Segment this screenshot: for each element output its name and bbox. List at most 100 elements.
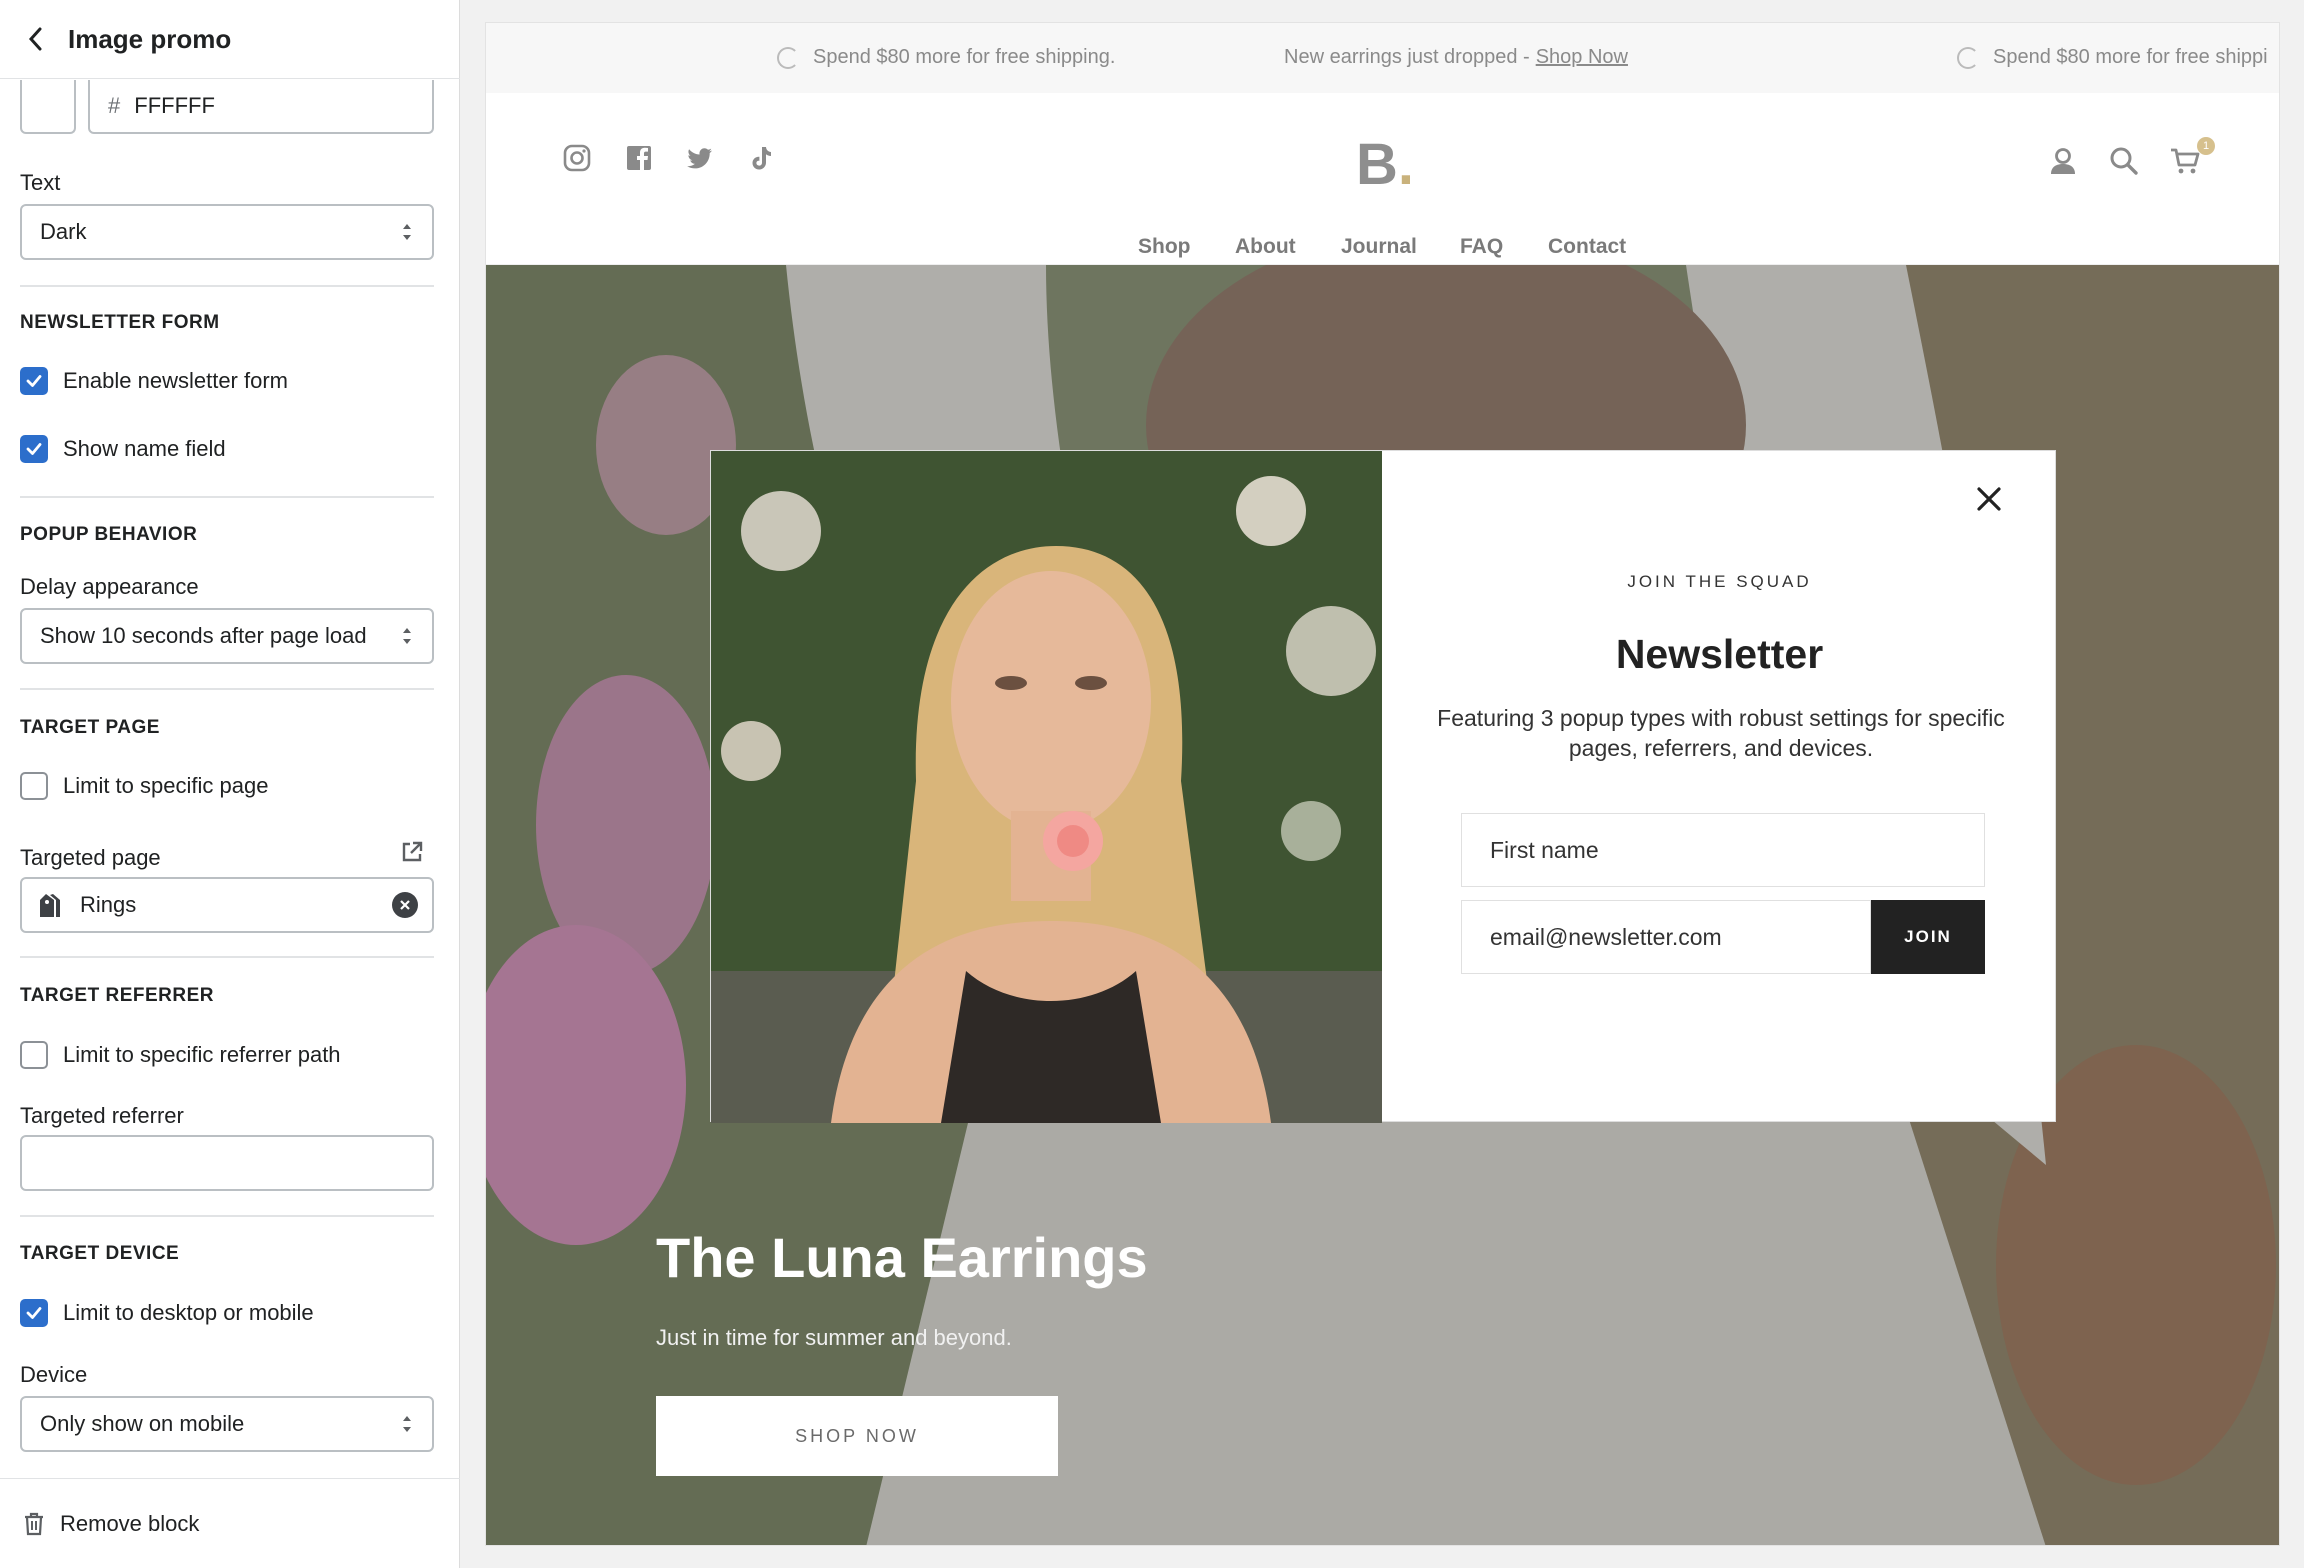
text-label: Text [20, 170, 61, 195]
panel-header: Image promo [0, 0, 460, 79]
join-button[interactable]: JOIN [1871, 900, 1985, 974]
shop-now-button[interactable]: SHOP NOW [656, 1396, 1058, 1476]
hex-hash: # [108, 93, 121, 118]
divider [20, 1215, 434, 1217]
hero-title: The Luna Earrings [656, 1226, 1148, 1289]
show-name-field-checkbox[interactable]: Show name field [20, 435, 226, 463]
enable-newsletter-label: Enable newsletter form [63, 368, 288, 393]
delay-appearance-value: Show 10 seconds after page load [40, 623, 367, 648]
delay-appearance-label: Delay appearance [20, 574, 199, 599]
instagram-icon[interactable] [562, 143, 592, 173]
popup-description: Featuring 3 popup types with robust sett… [1437, 705, 2005, 761]
section-popup-behavior: POPUP BEHAVIOR [20, 524, 198, 545]
external-link-icon[interactable] [400, 840, 424, 864]
site-header: B. 1 Shop About Journal FAQ Contact [486, 93, 2279, 265]
announcement-item: Spend $80 more for free shippi [1957, 46, 2268, 69]
tiktok-icon[interactable] [746, 143, 776, 173]
checkbox-unchecked[interactable] [20, 772, 48, 800]
hero-subtitle: Just in time for summer and beyond. [656, 1325, 1012, 1350]
divider [20, 285, 434, 287]
popup-eyebrow: JOIN THE SQUAD [1627, 572, 1812, 591]
targeted-referrer-input[interactable] [20, 1135, 434, 1191]
twitter-icon[interactable] [685, 143, 715, 173]
color-swatch[interactable] [20, 80, 76, 134]
facebook-icon[interactable] [624, 143, 654, 173]
delay-appearance-select[interactable]: Show 10 seconds after page load [20, 608, 434, 664]
section-newsletter-form: NEWSLETTER FORM [20, 312, 220, 333]
limit-device-checkbox[interactable]: Limit to desktop or mobile [20, 1299, 314, 1327]
targeted-page-value: Rings [80, 892, 137, 917]
show-name-field-label: Show name field [63, 436, 226, 461]
clear-icon[interactable] [392, 892, 418, 918]
divider [20, 496, 434, 498]
panel-title: Image promo [68, 23, 232, 54]
popup-photo [711, 451, 1382, 1123]
targeted-page-field[interactable]: Rings [20, 877, 434, 933]
popup-title: Newsletter [1615, 631, 1824, 677]
targeted-page-label: Targeted page [20, 845, 161, 870]
device-value: Only show on mobile [40, 1411, 245, 1436]
checkmark-icon [26, 375, 42, 387]
targeted-referrer-label: Targeted referrer [20, 1103, 184, 1128]
select-arrows-icon [403, 1416, 411, 1432]
checkbox-checked[interactable] [20, 1299, 48, 1327]
limit-device-label: Limit to desktop or mobile [63, 1300, 314, 1325]
divider [20, 688, 434, 690]
checkmark-icon [26, 1307, 42, 1319]
select-arrows-icon [403, 628, 411, 644]
close-icon[interactable] [1971, 481, 2007, 517]
section-target-referrer: TARGET REFERRER [20, 985, 214, 1006]
checkmark-icon [26, 443, 42, 455]
announcement-bar: Spend $80 more for free shipping. New ea… [486, 23, 2279, 93]
chevron-left-icon [28, 27, 42, 51]
collection-icon [40, 894, 60, 917]
text-color-select[interactable]: Dark [20, 204, 434, 260]
announcement-text: Spend $80 more for free shipping. [813, 46, 1116, 68]
search-icon[interactable] [2108, 145, 2140, 177]
device-label: Device [20, 1362, 88, 1387]
remove-block-button[interactable]: Remove block [0, 1478, 460, 1568]
newsletter-popup: JOIN THE SQUAD Newsletter Featuring 3 po… [710, 450, 2056, 1123]
announcement-item: New earrings just dropped - Shop Now [1284, 46, 1628, 69]
limit-page-label: Limit to specific page [63, 773, 269, 798]
nav-item-about[interactable]: About [1235, 235, 1296, 259]
text-color-value: Dark [40, 219, 87, 244]
device-select[interactable]: Only show on mobile [20, 1396, 434, 1452]
announcement-link[interactable]: Shop Now [1536, 46, 1628, 69]
announcement-text: Spend $80 more for free shippi [1993, 46, 2268, 68]
nav-item-journal[interactable]: Journal [1341, 235, 1417, 259]
hex-color-input[interactable]: # FFFFFF [88, 80, 434, 134]
store-preview: Spend $80 more for free shipping. New ea… [485, 22, 2280, 1546]
nav-item-contact[interactable]: Contact [1548, 235, 1626, 259]
announcement-text: New earrings just dropped - [1284, 46, 1530, 68]
remove-block-label: Remove block [60, 1510, 200, 1536]
checkbox-unchecked[interactable] [20, 1041, 48, 1069]
settings-panel: Image promo # FFFFFF Text Dark NEWSLETTE… [0, 0, 460, 1568]
cart-icon[interactable] [2169, 145, 2201, 177]
section-target-page: TARGET PAGE [20, 717, 160, 738]
progress-ring-icon [1957, 46, 1979, 69]
announcement-item: Spend $80 more for free shipping. [777, 46, 1115, 69]
select-arrows-icon [403, 224, 411, 240]
section-target-device: TARGET DEVICE [20, 1243, 180, 1264]
nav-item-faq[interactable]: FAQ [1460, 235, 1503, 259]
back-button[interactable] [0, 0, 70, 79]
store-logo[interactable]: B. [1356, 131, 1414, 198]
limit-referrer-label: Limit to specific referrer path [63, 1042, 341, 1067]
checkbox-checked[interactable] [20, 367, 48, 395]
limit-page-checkbox[interactable]: Limit to specific page [20, 772, 268, 800]
first-name-input[interactable]: First name [1461, 813, 1985, 887]
trash-icon [25, 1512, 43, 1535]
hex-value: FFFFFF [134, 93, 215, 118]
limit-referrer-checkbox[interactable]: Limit to specific referrer path [20, 1041, 341, 1069]
enable-newsletter-checkbox[interactable]: Enable newsletter form [20, 367, 288, 395]
email-input[interactable]: email@newsletter.com [1461, 900, 1871, 974]
progress-ring-icon [777, 46, 799, 69]
checkbox-checked[interactable] [20, 435, 48, 463]
logo-letter: B [1356, 132, 1398, 197]
account-icon[interactable] [2047, 145, 2079, 177]
logo-dot: . [1397, 132, 1415, 197]
nav-item-shop[interactable]: Shop [1138, 235, 1191, 259]
divider [20, 956, 434, 958]
cart-count-badge: 1 [2197, 137, 2215, 155]
